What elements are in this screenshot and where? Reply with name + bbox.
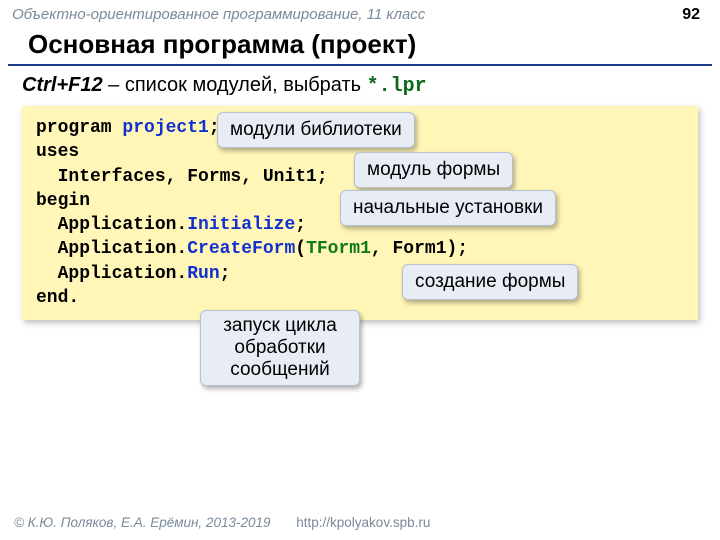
hotkey-label: Ctrl+F12 — [22, 74, 103, 96]
page-number: 92 — [682, 6, 700, 24]
subtitle-text: – список модулей, выбрать — [103, 74, 367, 96]
callout-libraries: модули библиотеки — [217, 112, 415, 148]
course-name: Объектно-ориентированное программировани… — [12, 6, 425, 23]
footer-url: http://kpolyakov.spb.ru — [296, 515, 430, 530]
subtitle: Ctrl+F12 – список модулей, выбрать *.lpr — [0, 72, 720, 106]
footer: © К.Ю. Поляков, Е.А. Ерёмин, 2013-2019 h… — [14, 515, 430, 530]
code-block: program project1; uses Interfaces, Forms… — [22, 106, 698, 320]
callout-create-form: создание формы — [402, 264, 578, 300]
page-title: Основная программа (проект) — [8, 27, 712, 66]
code-line: Application.Run; — [36, 262, 684, 286]
header-bar: Объектно-ориентированное программировани… — [0, 0, 720, 27]
code-line: Application.CreateForm(TForm1, Form1); — [36, 237, 684, 261]
code-line: end. — [36, 286, 684, 310]
callout-run-loop: запуск цикла обработки сообщений — [200, 310, 360, 386]
callout-form-module: модуль формы — [354, 152, 513, 188]
file-extension: *.lpr — [367, 75, 427, 98]
copyright: © К.Ю. Поляков, Е.А. Ерёмин, 2013-2019 — [14, 515, 271, 530]
callout-init: начальные установки — [340, 190, 556, 226]
